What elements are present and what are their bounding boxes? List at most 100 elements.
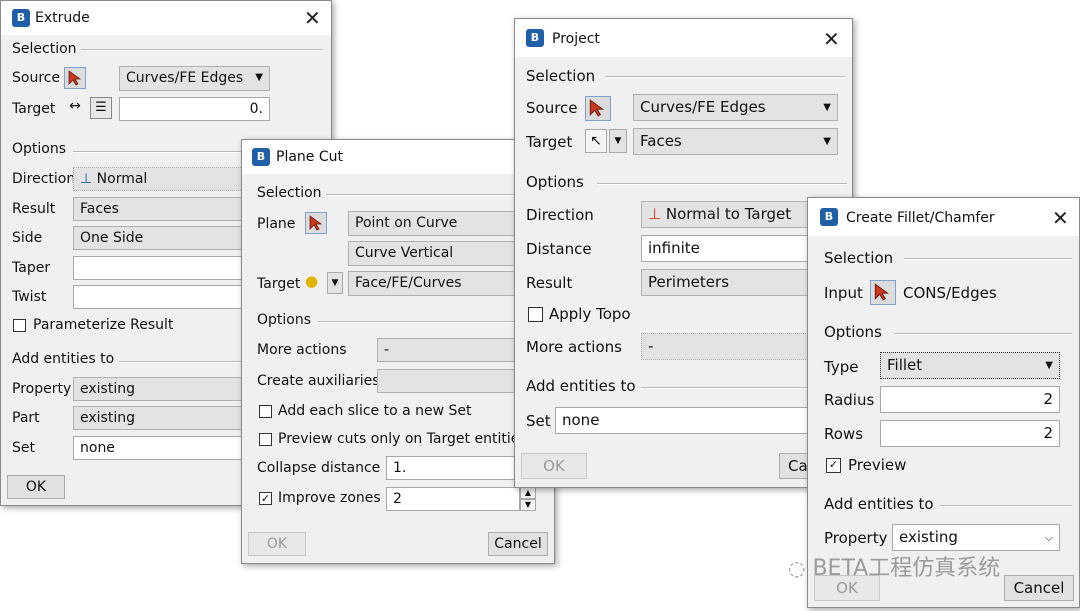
result-label: Result: [526, 274, 573, 292]
plane-cut-selection-group: Selection: [257, 185, 322, 201]
plane-combo-1-value: Point on Curve: [355, 215, 458, 231]
pick-cursor-button[interactable]: [64, 67, 86, 89]
ok-button[interactable]: OK: [7, 475, 65, 499]
taper-label: Taper: [12, 260, 51, 276]
property-label: Property: [824, 529, 888, 547]
plane-combo-2-value: Curve Vertical: [355, 245, 454, 261]
project-title: Project: [552, 31, 600, 47]
target-label: Target: [257, 276, 301, 292]
distance-measure-icon[interactable]: ↔: [63, 98, 87, 120]
improve-zones-checkbox[interactable]: ✓: [259, 492, 272, 505]
chevron-down-icon[interactable]: ▼: [609, 129, 627, 153]
source-combo-value: Curves/FE Edges: [640, 98, 766, 116]
list-icon[interactable]: ☰: [90, 97, 112, 119]
set-field[interactable]: none: [555, 407, 845, 434]
source-label: Source: [526, 99, 578, 117]
improve-zones-label: Improve zones: [278, 490, 381, 506]
cursor-icon[interactable]: ↖: [585, 129, 607, 153]
lightbulb-icon[interactable]: ●: [305, 272, 325, 294]
fillet-chamfer-dialog: B Create Fillet/Chamfer ✕ Selection Inpu…: [807, 197, 1080, 608]
parameterize-checkbox[interactable]: [13, 319, 26, 332]
type-label: Type: [824, 358, 859, 376]
beta-app-icon: B: [820, 208, 838, 226]
direction-label: Direction: [526, 206, 594, 224]
extrude-titlebar: B Extrude ✕: [1, 1, 331, 35]
radius-field[interactable]: 2: [880, 386, 1060, 413]
plane-cut-title: Plane Cut: [276, 149, 343, 165]
property-label: Property: [12, 381, 72, 397]
preview-label: Preview: [848, 456, 907, 474]
direction-label: Direction: [12, 171, 76, 187]
property-combo-value: existing: [899, 528, 958, 546]
project-add-entities-group: Add entities to: [526, 377, 636, 395]
fillet-title: Create Fillet/Chamfer: [846, 210, 995, 226]
fillet-titlebar: B Create Fillet/Chamfer ✕: [808, 198, 1079, 236]
apply-topo-label: Apply Topo: [549, 305, 631, 323]
target-combo-value: Faces: [640, 132, 682, 150]
close-icon[interactable]: ✕: [304, 8, 321, 28]
twist-label: Twist: [12, 289, 47, 305]
beta-app-icon: B: [12, 9, 30, 27]
create-auxiliaries-label: Create auxiliaries: [257, 373, 380, 389]
input-label: Input: [824, 284, 863, 302]
plane-cut-options-group: Options: [257, 312, 312, 328]
rows-field[interactable]: 2: [880, 420, 1060, 447]
close-icon[interactable]: ✕: [823, 29, 840, 49]
property-combo[interactable]: existing ⌵: [892, 524, 1060, 551]
extrude-title: Extrude: [35, 10, 90, 26]
ok-button[interactable]: OK: [521, 453, 587, 479]
fillet-options-group: Options: [824, 323, 882, 341]
cancel-button[interactable]: Cancel: [488, 532, 548, 556]
add-slice-checkbox[interactable]: [259, 405, 272, 418]
spin-up-icon[interactable]: ▲: [520, 487, 536, 499]
project-dialog: B Project ✕ Selection Source Curves/FE E…: [514, 18, 853, 488]
more-actions-value: -: [384, 342, 390, 358]
project-titlebar: B Project ✕: [515, 19, 852, 57]
improve-zones-field[interactable]: 2: [386, 487, 520, 511]
parameterize-label: Parameterize Result: [33, 317, 174, 333]
target-combo[interactable]: Faces ▼: [633, 128, 838, 155]
pick-cursor-button[interactable]: [585, 96, 611, 121]
fillet-add-entities-group: Add entities to: [824, 495, 934, 513]
normal-to-target-icon: ⊥: [648, 205, 662, 223]
result-combo-value: Faces: [80, 201, 119, 217]
side-combo-value: One Side: [80, 230, 144, 246]
project-selection-group: Selection: [526, 67, 596, 85]
chevron-down-icon[interactable]: ▼: [327, 272, 343, 294]
group-divider: [605, 76, 845, 78]
target-value-field[interactable]: 0.: [119, 97, 270, 121]
source-combo-value: Curves/FE Edges: [126, 70, 244, 86]
group-divider: [81, 49, 323, 51]
type-combo[interactable]: Fillet ▼: [880, 352, 1060, 379]
beta-app-icon: B: [526, 29, 544, 47]
plane-cut-titlebar: B Plane Cut: [242, 140, 554, 174]
apply-topo-checkbox[interactable]: [528, 307, 543, 322]
property-combo-value: existing: [80, 381, 135, 397]
preview-cuts-checkbox[interactable]: [259, 433, 272, 446]
source-combo[interactable]: Curves/FE Edges ▼: [119, 66, 270, 91]
preview-checkbox[interactable]: ✓: [826, 458, 841, 473]
target-label: Target: [12, 101, 56, 117]
dropdown-arrow-icon: ▼: [823, 102, 831, 113]
close-icon[interactable]: ✕: [1052, 208, 1069, 228]
pick-cursor-button[interactable]: [870, 280, 896, 305]
more-actions-value: -: [648, 337, 654, 355]
chevron-down-icon: ⌵: [1044, 531, 1053, 544]
set-label: Set: [526, 412, 551, 430]
direction-combo-value: Normal: [96, 171, 148, 187]
pick-cursor-button[interactable]: [305, 212, 327, 234]
more-actions-label: More actions: [257, 342, 347, 358]
preview-cuts-label: Preview cuts only on Target entities: [278, 431, 527, 447]
ok-button[interactable]: OK: [248, 532, 306, 556]
plane-label: Plane: [257, 216, 296, 232]
add-slice-label: Add each slice to a new Set: [278, 403, 472, 419]
more-actions-label: More actions: [526, 338, 622, 356]
cancel-button[interactable]: Cancel: [1004, 575, 1074, 601]
dropdown-arrow-icon: ▼: [1045, 360, 1053, 371]
group-divider: [940, 505, 1072, 507]
spin-down-icon[interactable]: ▼: [520, 499, 536, 511]
source-combo[interactable]: Curves/FE Edges ▼: [633, 94, 838, 121]
plane-cut-dialog: B Plane Cut Selection Plane Point on Cur…: [241, 139, 558, 564]
dropdown-arrow-icon: ▼: [823, 136, 831, 147]
group-divider: [894, 333, 1072, 335]
